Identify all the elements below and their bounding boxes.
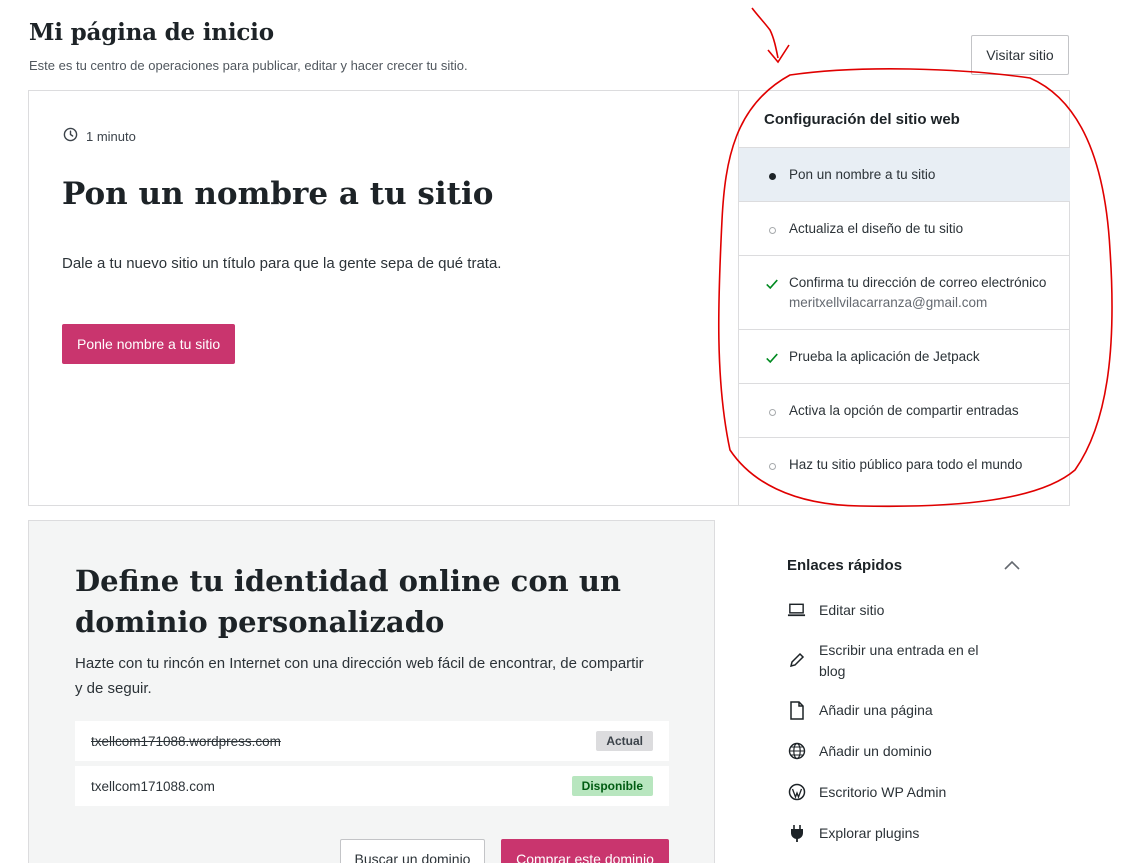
checklist-item-label: Actualiza el diseño de tu sitio <box>789 221 964 236</box>
quick-link-label: Añadir un dominio <box>819 743 932 759</box>
available-badge: Disponible <box>571 776 653 796</box>
suggested-domain: txellcom171088.com <box>91 778 215 794</box>
quick-link-label: Añadir una página <box>819 702 933 718</box>
quick-links-header[interactable]: Enlaces rápidos <box>787 553 1037 577</box>
checklist-item-label: Activa la opción de compartir entradas <box>789 403 1019 418</box>
checklist-items: Pon un nombre a tu sitio Actualiza el di… <box>739 147 1070 491</box>
task-duration: 1 minuto <box>63 127 136 145</box>
plug-icon <box>787 823 806 843</box>
current-step-dot-icon <box>764 166 780 186</box>
quick-links-title: Enlaces rápidos <box>787 556 903 574</box>
checklist-title: Configuración del sitio web <box>764 111 960 128</box>
pending-dot-icon <box>764 456 780 476</box>
domain-description: Hazte con tu rincón en Internet con una … <box>75 655 644 697</box>
checklist-item-label: Pon un nombre a tu sitio <box>789 167 936 182</box>
checkmark-icon <box>764 348 780 368</box>
checklist-item-site-name[interactable]: Pon un nombre a tu sitio <box>739 147 1070 201</box>
checklist-item-sharing[interactable]: Activa la opción de compartir entradas <box>739 383 1070 437</box>
quick-link-wp-admin[interactable]: Escritorio WP Admin <box>787 782 1037 803</box>
annotation-arrow-icon <box>751 7 779 59</box>
clock-icon <box>63 127 78 145</box>
quick-link-edit-site[interactable]: Editar sitio <box>787 600 1037 621</box>
pending-dot-icon <box>764 402 780 422</box>
globe-icon <box>787 741 806 761</box>
checklist-item-design[interactable]: Actualiza el diseño de tu sitio <box>739 201 1070 255</box>
quick-link-add-page[interactable]: Añadir una página <box>787 700 1037 721</box>
checklist-item-launch[interactable]: Haz tu sitio público para todo el mundo <box>739 437 1070 491</box>
domain-title: Define tu identidad online con un domini… <box>75 564 622 639</box>
quick-link-label: Editar sitio <box>819 602 885 618</box>
quick-links-panel: Enlaces rápidos Editar sitio Escribir un… <box>787 553 1037 842</box>
site-setup-checklist: Configuración del sitio web Pon un nombr… <box>738 91 1070 505</box>
domain-row-suggested: txellcom171088.com Disponible <box>75 766 669 806</box>
current-badge: Actual <box>596 731 653 751</box>
checklist-item-label: Confirma tu dirección de correo electrón… <box>789 275 1047 290</box>
task-description: Dale a tu nuevo sitio un título para que… <box>62 255 502 272</box>
checklist-item-email[interactable]: Confirma tu dirección de correo electrón… <box>739 255 1070 329</box>
buy-domain-button[interactable]: Comprar este dominio <box>501 839 669 863</box>
task-duration-label: 1 minuto <box>86 128 136 144</box>
checklist-item-jetpack[interactable]: Prueba la aplicación de Jetpack <box>739 329 1070 383</box>
domain-row-current: txellcom171088.wordpress.com Actual <box>75 721 669 761</box>
page-subtitle: Este es tu centro de operaciones para pu… <box>29 58 468 73</box>
page-icon <box>787 700 806 720</box>
visit-site-button[interactable]: Visitar sitio <box>971 35 1069 75</box>
task-card: 1 minuto Pon un nombre a tu sitio Dale a… <box>28 90 1070 506</box>
wordpress-icon <box>787 782 806 802</box>
laptop-icon <box>787 600 806 620</box>
page-title: Mi página de inicio <box>29 19 274 46</box>
quick-link-plugins[interactable]: Explorar plugins <box>787 823 1037 844</box>
domain-upsell-card: Define tu identidad online con un domini… <box>28 520 715 863</box>
name-site-button[interactable]: Ponle nombre a tu sitio <box>62 324 236 364</box>
task-title: Pon un nombre a tu sitio <box>62 176 494 212</box>
quick-link-write-post[interactable]: Escribir una entrada en el blog <box>787 640 1037 682</box>
chevron-up-icon[interactable] <box>1002 555 1022 575</box>
quick-link-add-domain[interactable]: Añadir un dominio <box>787 741 1037 762</box>
checklist-item-label: Haz tu sitio público para todo el mundo <box>789 457 1023 472</box>
search-domain-button[interactable]: Buscar un dominio <box>340 839 485 863</box>
pending-dot-icon <box>764 220 780 240</box>
checklist-item-email-address: meritxellvilacarranza@gmail.com <box>789 295 988 310</box>
checkmark-icon <box>764 274 780 294</box>
current-domain: txellcom171088.wordpress.com <box>91 733 281 749</box>
pencil-icon <box>787 650 806 670</box>
quick-link-label: Escribir una entrada en el blog <box>819 642 979 679</box>
checklist-item-label: Prueba la aplicación de Jetpack <box>789 349 980 364</box>
annotation-arrowhead-icon <box>767 44 790 64</box>
quick-link-label: Escritorio WP Admin <box>819 784 947 800</box>
quick-link-label: Explorar plugins <box>819 825 920 841</box>
